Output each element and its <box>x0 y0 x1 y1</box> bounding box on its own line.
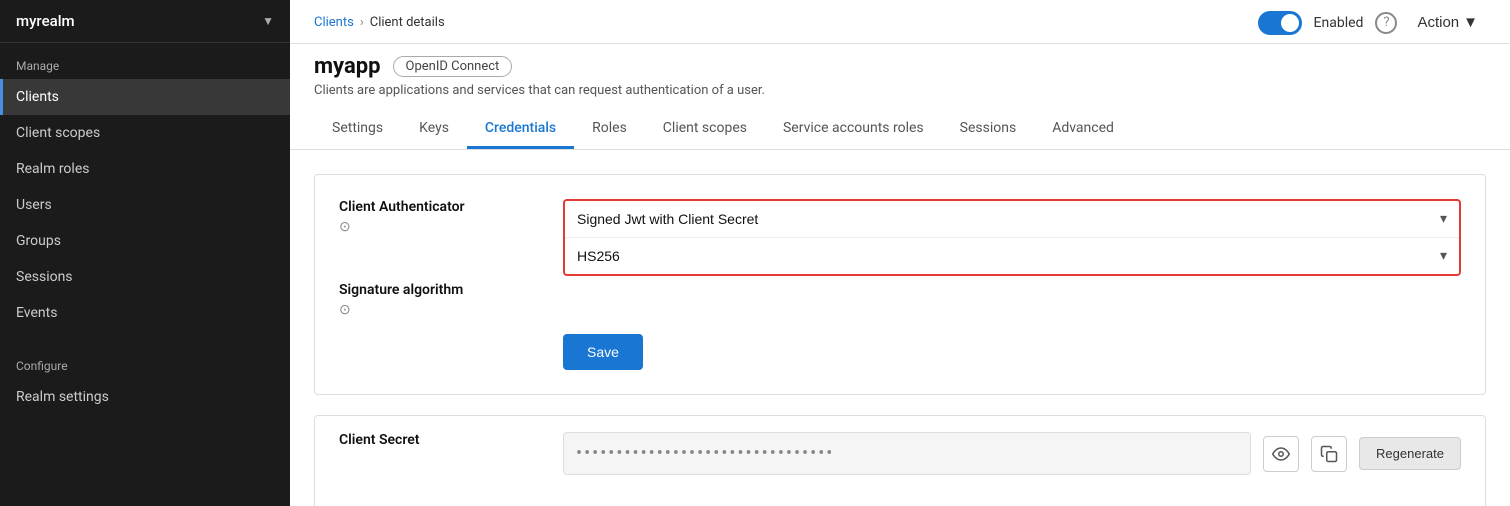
client-authenticator-select-row: Client Id and Secret Signed Jwt with Cli… <box>565 201 1459 238</box>
sidebar-item-client-scopes[interactable]: Client scopes <box>0 115 290 151</box>
sidebar-item-sessions-label: Sessions <box>16 269 73 285</box>
breadcrumb-clients-link[interactable]: Clients <box>314 15 354 30</box>
tabs: Settings Keys Credentials Roles Client s… <box>290 110 1510 150</box>
client-secret-card: Client Secret ••••••••••••••••••••••••••… <box>314 415 1486 506</box>
sidebar: myrealm ▼ Manage Clients Client scopes R… <box>0 0 290 506</box>
topbar-right: Enabled ? Action ▼ <box>1258 10 1486 43</box>
save-button[interactable]: Save <box>563 334 643 370</box>
tab-sessions[interactable]: Sessions <box>942 110 1035 149</box>
signature-algorithm-label: Signature algorithm <box>339 282 539 298</box>
sidebar-item-events-label: Events <box>16 305 57 321</box>
client-authenticator-label: Client Authenticator <box>339 199 539 215</box>
sidebar-item-realm-roles-label: Realm roles <box>16 161 89 177</box>
sidebar-item-groups[interactable]: Groups <box>0 223 290 259</box>
client-secret-row: Client Secret ••••••••••••••••••••••••••… <box>339 432 1461 475</box>
signature-algorithm-help-icon[interactable]: ⊙ <box>339 302 539 318</box>
client-secret-label-col: Client Secret <box>339 432 539 448</box>
breadcrumb: Clients › Client details <box>314 15 445 38</box>
app-name: myapp <box>314 54 381 79</box>
sidebar-section-manage: Manage <box>0 43 290 79</box>
client-secret-value: •••••••••••••••••••••••••••••••• <box>563 432 1251 475</box>
sidebar-section-configure: Configure <box>0 343 290 379</box>
sidebar-item-realm-roles[interactable]: Realm roles <box>0 151 290 187</box>
app-title-row: myapp OpenID Connect <box>290 44 1510 83</box>
topbar: Clients › Client details Enabled ? Actio… <box>290 0 1510 44</box>
tab-credentials[interactable]: Credentials <box>467 110 574 149</box>
sidebar-header[interactable]: myrealm ▼ <box>0 0 290 43</box>
realm-name: myrealm <box>16 12 75 30</box>
client-authenticator-control-col: Client Id and Secret Signed Jwt with Cli… <box>563 199 1461 276</box>
sidebar-item-users[interactable]: Users <box>0 187 290 223</box>
save-button-row: Save <box>339 334 1461 370</box>
tab-settings[interactable]: Settings <box>314 110 401 149</box>
tab-advanced[interactable]: Advanced <box>1034 110 1132 149</box>
action-label: Action <box>1417 14 1459 31</box>
client-secret-control-col: •••••••••••••••••••••••••••••••• Regener… <box>563 432 1461 475</box>
client-secret-field-row: •••••••••••••••••••••••••••••••• Regener… <box>563 432 1461 475</box>
sidebar-item-realm-settings-label: Realm settings <box>16 389 109 405</box>
signature-algorithm-select-row: HS256 RS256 ES256 PS256 ▾ <box>565 238 1459 274</box>
credentials-form-card: Client Authenticator ⊙ Client Id and Sec… <box>314 174 1486 395</box>
highlighted-selects-box: Client Id and Secret Signed Jwt with Cli… <box>563 199 1461 276</box>
tab-roles[interactable]: Roles <box>574 110 645 149</box>
content-area: Client Authenticator ⊙ Client Id and Sec… <box>290 150 1510 506</box>
sidebar-item-groups-label: Groups <box>16 233 61 249</box>
main-content: Clients › Client details Enabled ? Actio… <box>290 0 1510 506</box>
regenerate-button[interactable]: Regenerate <box>1359 437 1461 470</box>
signature-algorithm-label-col: Signature algorithm ⊙ <box>339 280 539 318</box>
realm-dropdown-icon[interactable]: ▼ <box>262 14 274 28</box>
tab-client-scopes[interactable]: Client scopes <box>645 110 765 149</box>
sidebar-item-users-label: Users <box>16 197 52 213</box>
sidebar-item-realm-settings[interactable]: Realm settings <box>0 379 290 415</box>
breadcrumb-current: Client details <box>370 15 445 30</box>
sidebar-item-clients[interactable]: Clients <box>0 79 290 115</box>
sidebar-item-clients-label: Clients <box>16 89 59 105</box>
client-authenticator-label-col: Client Authenticator ⊙ <box>339 199 539 235</box>
tab-keys[interactable]: Keys <box>401 110 467 149</box>
client-authenticator-help-icon[interactable]: ⊙ <box>339 219 539 235</box>
show-secret-icon[interactable] <box>1263 436 1299 472</box>
action-dropdown-icon: ▼ <box>1463 14 1478 31</box>
enabled-label: Enabled <box>1314 15 1364 31</box>
sidebar-item-client-scopes-label: Client scopes <box>16 125 100 141</box>
openid-connect-badge: OpenID Connect <box>393 56 513 77</box>
client-secret-label: Client Secret <box>339 432 539 448</box>
sidebar-item-sessions[interactable]: Sessions <box>0 259 290 295</box>
client-authenticator-row: Client Authenticator ⊙ Client Id and Sec… <box>339 199 1461 276</box>
breadcrumb-separator: › <box>360 15 364 30</box>
signature-algorithm-label-row: Signature algorithm ⊙ <box>339 280 1461 318</box>
copy-secret-icon[interactable] <box>1311 436 1347 472</box>
client-authenticator-select[interactable]: Client Id and Secret Signed Jwt with Cli… <box>565 201 1459 237</box>
help-icon[interactable]: ? <box>1375 12 1397 34</box>
sidebar-item-events[interactable]: Events <box>0 295 290 331</box>
action-button[interactable]: Action ▼ <box>1409 10 1486 35</box>
app-description: Clients are applications and services th… <box>290 83 1510 110</box>
signature-algorithm-select[interactable]: HS256 RS256 ES256 PS256 <box>565 238 1459 274</box>
tab-service-accounts-roles[interactable]: Service accounts roles <box>765 110 942 149</box>
enabled-toggle[interactable] <box>1258 11 1302 35</box>
